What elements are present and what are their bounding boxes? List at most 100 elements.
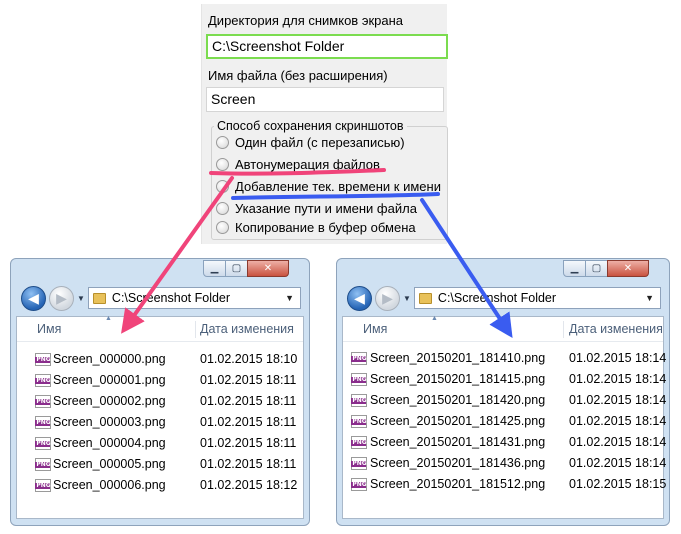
directory-input[interactable]: C:\Screenshot Folder bbox=[206, 34, 448, 59]
file-row[interactable]: PNG Screen_20150201_181512.png 01.02.201… bbox=[343, 474, 667, 495]
address-bar[interactable]: C:\Screenshot Folder ▼ bbox=[87, 287, 301, 309]
file-row[interactable]: PNG Screen_20150201_181431.png 01.02.201… bbox=[343, 432, 667, 453]
png-file-icon: PNG bbox=[35, 395, 51, 408]
minimize-icon[interactable]: ▁ bbox=[563, 260, 586, 277]
file-name: Screen_20150201_181425.png bbox=[370, 414, 546, 428]
column-name-header[interactable]: Имя bbox=[363, 322, 387, 336]
history-dropdown-icon[interactable]: ▼ bbox=[403, 294, 411, 303]
file-name: Screen_20150201_181420.png bbox=[370, 393, 546, 407]
column-header: ▲ Имя Дата изменения bbox=[343, 315, 663, 342]
back-arrow-icon[interactable]: ◀ bbox=[21, 285, 46, 311]
address-bar[interactable]: C:\Screenshot Folder ▼ bbox=[413, 287, 661, 309]
filename-input[interactable]: Screen bbox=[206, 87, 444, 112]
file-row[interactable]: PNG Screen_000003.png 01.02.2015 18:11 bbox=[17, 412, 303, 433]
file-date: 01.02.2015 18:14 bbox=[569, 393, 667, 407]
explorer-window-timestamp: ▁ ▢ ✕ ◀ ▶ ▼ C:\Screenshot Folder ▼ ▲ Имя… bbox=[336, 258, 670, 526]
file-name: Screen_000003.png bbox=[53, 415, 166, 429]
column-separator[interactable] bbox=[195, 321, 196, 338]
folder-icon bbox=[92, 292, 106, 304]
column-date-header[interactable]: Дата изменения bbox=[569, 322, 663, 336]
file-date: 01.02.2015 18:14 bbox=[569, 435, 667, 449]
file-name: Screen_000004.png bbox=[53, 436, 166, 450]
file-list: ▲ Имя Дата изменения PNG Screen_000000.p… bbox=[16, 315, 304, 519]
column-date-header[interactable]: Дата изменения bbox=[200, 322, 294, 336]
png-file-icon: PNG bbox=[351, 436, 367, 449]
radio-label: Автонумерация файлов bbox=[235, 157, 380, 172]
forward-arrow-icon[interactable]: ▶ bbox=[49, 285, 74, 311]
file-row[interactable]: PNG Screen_20150201_181410.png 01.02.201… bbox=[343, 348, 667, 369]
file-name: Screen_20150201_181431.png bbox=[370, 435, 546, 449]
file-name: Screen_000005.png bbox=[53, 457, 166, 471]
png-file-icon: PNG bbox=[35, 458, 51, 471]
png-file-icon: PNG bbox=[351, 352, 367, 365]
file-date: 01.02.2015 18:12 bbox=[200, 478, 298, 492]
file-date: 01.02.2015 18:14 bbox=[569, 351, 667, 365]
radio-label: Указание пути и имени файла bbox=[235, 201, 417, 216]
column-name-header[interactable]: Имя bbox=[37, 322, 61, 336]
png-file-icon: PNG bbox=[351, 415, 367, 428]
radio-label: Один файл (с перезаписью) bbox=[235, 135, 405, 150]
address-text: C:\Screenshot Folder bbox=[111, 291, 231, 305]
column-separator[interactable] bbox=[563, 321, 564, 338]
radio-label: Добавление тек. времени к имени bbox=[235, 179, 441, 194]
radio-button-icon[interactable] bbox=[216, 221, 229, 234]
file-date: 01.02.2015 18:14 bbox=[569, 372, 667, 386]
forward-arrow-icon[interactable]: ▶ bbox=[375, 285, 400, 311]
history-dropdown-icon[interactable]: ▼ bbox=[77, 294, 85, 303]
png-file-icon: PNG bbox=[351, 373, 367, 386]
window-controls: ▁ ▢ ✕ bbox=[563, 260, 649, 277]
window-controls: ▁ ▢ ✕ bbox=[203, 260, 289, 277]
png-file-icon: PNG bbox=[35, 416, 51, 429]
file-date: 01.02.2015 18:11 bbox=[200, 373, 297, 387]
settings-panel: Директория для снимков экрана C:\Screens… bbox=[201, 4, 448, 244]
file-date: 01.02.2015 18:11 bbox=[200, 436, 297, 450]
minimize-icon[interactable]: ▁ bbox=[203, 260, 226, 277]
file-date: 01.02.2015 18:15 bbox=[569, 477, 667, 491]
file-name: Screen_20150201_181410.png bbox=[370, 351, 546, 365]
radio-button-icon[interactable] bbox=[216, 136, 229, 149]
radio-single-file[interactable]: Один файл (с перезаписью) bbox=[216, 135, 405, 150]
file-row[interactable]: PNG Screen_20150201_181436.png 01.02.201… bbox=[343, 453, 667, 474]
sort-up-icon: ▲ bbox=[431, 315, 438, 322]
maximize-icon[interactable]: ▢ bbox=[585, 260, 608, 277]
close-icon[interactable]: ✕ bbox=[247, 260, 289, 277]
file-date: 01.02.2015 18:11 bbox=[200, 415, 297, 429]
file-date: 01.02.2015 18:11 bbox=[200, 457, 297, 471]
png-file-icon: PNG bbox=[351, 457, 367, 470]
column-header: ▲ Имя Дата изменения bbox=[17, 315, 303, 342]
filename-label: Имя файла (без расширения) bbox=[208, 68, 388, 83]
file-row[interactable]: PNG Screen_000000.png 01.02.2015 18:10 bbox=[17, 349, 303, 370]
chevron-down-icon[interactable]: ▼ bbox=[285, 293, 294, 303]
chevron-down-icon[interactable]: ▼ bbox=[645, 293, 654, 303]
file-row[interactable]: PNG Screen_20150201_181425.png 01.02.201… bbox=[343, 411, 666, 432]
png-file-icon: PNG bbox=[351, 394, 367, 407]
file-row[interactable]: PNG Screen_20150201_181415.png 01.02.201… bbox=[343, 369, 667, 390]
sort-up-icon: ▲ bbox=[105, 315, 112, 322]
radio-autonumber[interactable]: Автонумерация файлов bbox=[216, 157, 380, 172]
file-name: Screen_20150201_181415.png bbox=[370, 372, 546, 386]
png-file-icon: PNG bbox=[35, 374, 51, 387]
back-arrow-icon[interactable]: ◀ bbox=[347, 285, 372, 311]
navigation-bar: ◀ ▶ ▼ C:\Screenshot Folder ▼ bbox=[337, 283, 669, 313]
file-list: ▲ Имя Дата изменения PNG Screen_20150201… bbox=[342, 315, 667, 519]
radio-append-time[interactable]: Добавление тек. времени к имени bbox=[216, 179, 441, 194]
explorer-window-autonumber: ▁ ▢ ✕ ◀ ▶ ▼ C:\Screenshot Folder ▼ ▲ Имя… bbox=[10, 258, 310, 526]
radio-path-and-name[interactable]: Указание пути и имени файла bbox=[216, 201, 417, 216]
folder-icon bbox=[418, 292, 432, 304]
close-icon[interactable]: ✕ bbox=[607, 260, 649, 277]
file-row[interactable]: PNG Screen_000006.png 01.02.2015 18:12 bbox=[17, 475, 303, 496]
file-row[interactable]: PNG Screen_000004.png 01.02.2015 18:11 bbox=[17, 433, 303, 454]
file-name: Screen_20150201_181436.png bbox=[370, 456, 546, 470]
file-row[interactable]: PNG Screen_000002.png 01.02.2015 18:11 bbox=[17, 391, 303, 412]
maximize-icon[interactable]: ▢ bbox=[225, 260, 248, 277]
radio-button-icon[interactable] bbox=[216, 158, 229, 171]
file-row[interactable]: PNG Screen_000005.png 01.02.2015 18:11 bbox=[17, 454, 303, 475]
file-row[interactable]: PNG Screen_000001.png 01.02.2015 18:11 bbox=[17, 370, 303, 391]
file-row[interactable]: PNG Screen_20150201_181420.png 01.02.201… bbox=[343, 390, 667, 411]
png-file-icon: PNG bbox=[35, 353, 51, 366]
radio-button-icon[interactable] bbox=[216, 202, 229, 215]
radio-button-icon[interactable] bbox=[216, 180, 229, 193]
file-date: 01.02.2015 18:14 bbox=[569, 456, 667, 470]
png-file-icon: PNG bbox=[35, 479, 51, 492]
radio-clipboard[interactable]: Копирование в буфер обмена bbox=[216, 220, 416, 235]
